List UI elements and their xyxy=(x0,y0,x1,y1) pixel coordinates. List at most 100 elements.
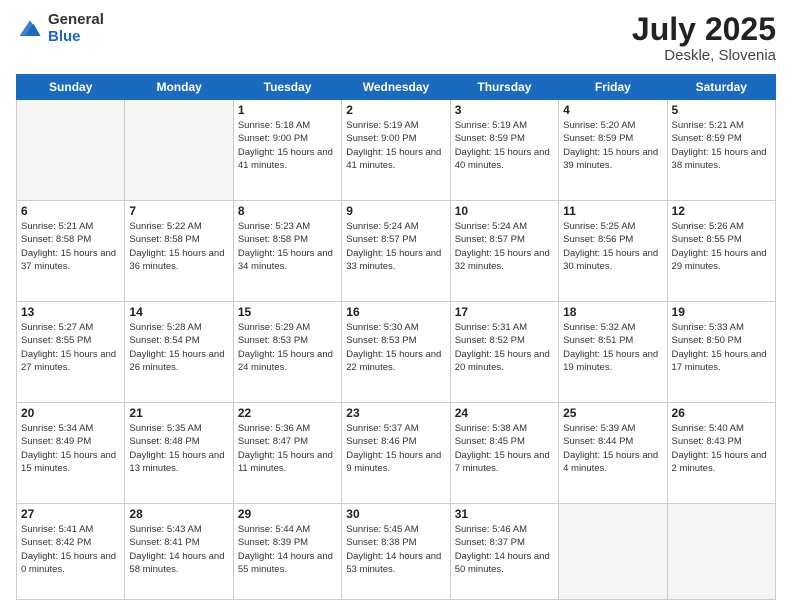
logo-text: General Blue xyxy=(48,12,104,45)
day-number: 12 xyxy=(672,204,771,218)
day-info: Sunrise: 5:24 AMSunset: 8:57 PMDaylight:… xyxy=(455,220,554,273)
calendar-cell: 20 Sunrise: 5:34 AMSunset: 8:49 PMDayligh… xyxy=(17,403,125,504)
title-location: Deskle, Slovenia xyxy=(632,47,776,64)
day-number: 23 xyxy=(346,406,445,420)
calendar-cell: 27 Sunrise: 5:41 AMSunset: 8:42 PMDayligh… xyxy=(17,503,125,599)
logo-blue: Blue xyxy=(48,29,104,46)
day-info: Sunrise: 5:23 AMSunset: 8:58 PMDaylight:… xyxy=(238,220,337,273)
day-info: Sunrise: 5:22 AMSunset: 8:58 PMDaylight:… xyxy=(129,220,228,273)
calendar-cell: 26 Sunrise: 5:40 AMSunset: 8:43 PMDayligh… xyxy=(667,403,775,504)
day-info: Sunrise: 5:27 AMSunset: 8:55 PMDaylight:… xyxy=(21,321,120,374)
calendar-cell xyxy=(667,503,775,599)
day-number: 30 xyxy=(346,507,445,521)
day-info: Sunrise: 5:34 AMSunset: 8:49 PMDaylight:… xyxy=(21,422,120,475)
day-info: Sunrise: 5:29 AMSunset: 8:53 PMDaylight:… xyxy=(238,321,337,374)
weekday-header: Thursday xyxy=(450,75,558,100)
day-number: 9 xyxy=(346,204,445,218)
calendar-cell: 5Sunrise: 5:21 AMSunset: 8:59 PMDaylight… xyxy=(667,100,775,201)
calendar-cell: 15 Sunrise: 5:29 AMSunset: 8:53 PMDayligh… xyxy=(233,302,341,403)
calendar-cell xyxy=(17,100,125,201)
calendar-week-row: 27 Sunrise: 5:41 AMSunset: 8:42 PMDayligh… xyxy=(17,503,776,599)
day-info: Sunrise: 5:21 AMSunset: 8:58 PMDaylight:… xyxy=(21,220,120,273)
day-number: 26 xyxy=(672,406,771,420)
calendar-cell: 19 Sunrise: 5:33 AMSunset: 8:50 PMDayligh… xyxy=(667,302,775,403)
calendar-cell: 21 Sunrise: 5:35 AMSunset: 8:48 PMDayligh… xyxy=(125,403,233,504)
calendar-cell: 10 Sunrise: 5:24 AMSunset: 8:57 PMDayligh… xyxy=(450,201,558,302)
title-month: July 2025 xyxy=(632,12,776,47)
day-info: Sunrise: 5:28 AMSunset: 8:54 PMDaylight:… xyxy=(129,321,228,374)
day-number: 27 xyxy=(21,507,120,521)
day-number: 24 xyxy=(455,406,554,420)
day-info: Sunrise: 5:36 AMSunset: 8:47 PMDaylight:… xyxy=(238,422,337,475)
calendar-cell: 30 Sunrise: 5:45 AMSunset: 8:38 PMDayligh… xyxy=(342,503,450,599)
logo: General Blue xyxy=(16,12,104,45)
calendar-cell: 29Sunrise: 5:44 AMSunset: 8:39 PMDayligh… xyxy=(233,503,341,599)
calendar-cell: 22 Sunrise: 5:36 AMSunset: 8:47 PMDayligh… xyxy=(233,403,341,504)
page: General Blue July 2025 Deskle, Slovenia … xyxy=(0,0,792,612)
calendar-header-row: SundayMondayTuesdayWednesdayThursdayFrid… xyxy=(17,75,776,100)
day-info: Sunrise: 5:26 AMSunset: 8:55 PMDaylight:… xyxy=(672,220,771,273)
calendar-cell: 1 Sunrise: 5:18 AMSunset: 9:00 PMDaylight… xyxy=(233,100,341,201)
weekday-header: Friday xyxy=(559,75,667,100)
day-info: Sunrise: 5:33 AMSunset: 8:50 PMDaylight:… xyxy=(672,321,771,374)
day-info: Sunrise: 5:46 AMSunset: 8:37 PMDaylight:… xyxy=(455,523,554,576)
day-number: 22 xyxy=(238,406,337,420)
calendar-cell xyxy=(559,503,667,599)
calendar-table: SundayMondayTuesdayWednesdayThursdayFrid… xyxy=(16,74,776,600)
day-number: 7 xyxy=(129,204,228,218)
weekday-header: Sunday xyxy=(17,75,125,100)
day-number: 16 xyxy=(346,305,445,319)
day-number: 1 xyxy=(238,103,337,117)
logo-general: General xyxy=(48,12,104,29)
day-info: Sunrise: 5:44 AMSunset: 8:39 PMDaylight:… xyxy=(238,523,337,576)
calendar-cell: 31 Sunrise: 5:46 AMSunset: 8:37 PMDayligh… xyxy=(450,503,558,599)
day-info: Sunrise: 5:41 AMSunset: 8:42 PMDaylight:… xyxy=(21,523,120,576)
day-number: 17 xyxy=(455,305,554,319)
weekday-header: Monday xyxy=(125,75,233,100)
day-number: 13 xyxy=(21,305,120,319)
calendar-cell: 25Sunrise: 5:39 AMSunset: 8:44 PMDayligh… xyxy=(559,403,667,504)
day-number: 10 xyxy=(455,204,554,218)
calendar-cell: 18Sunrise: 5:32 AMSunset: 8:51 PMDayligh… xyxy=(559,302,667,403)
calendar-cell: 16Sunrise: 5:30 AMSunset: 8:53 PMDayligh… xyxy=(342,302,450,403)
day-info: Sunrise: 5:35 AMSunset: 8:48 PMDaylight:… xyxy=(129,422,228,475)
day-number: 31 xyxy=(455,507,554,521)
day-info: Sunrise: 5:21 AMSunset: 8:59 PMDaylight:… xyxy=(672,119,771,172)
day-info: Sunrise: 5:24 AMSunset: 8:57 PMDaylight:… xyxy=(346,220,445,273)
day-info: Sunrise: 5:45 AMSunset: 8:38 PMDaylight:… xyxy=(346,523,445,576)
header: General Blue July 2025 Deskle, Slovenia xyxy=(16,12,776,64)
day-info: Sunrise: 5:43 AMSunset: 8:41 PMDaylight:… xyxy=(129,523,228,576)
day-info: Sunrise: 5:39 AMSunset: 8:44 PMDaylight:… xyxy=(563,422,662,475)
weekday-header: Wednesday xyxy=(342,75,450,100)
day-info: Sunrise: 5:37 AMSunset: 8:46 PMDaylight:… xyxy=(346,422,445,475)
day-info: Sunrise: 5:18 AMSunset: 9:00 PMDaylight:… xyxy=(238,119,337,172)
day-number: 20 xyxy=(21,406,120,420)
calendar-cell: 23 Sunrise: 5:37 AMSunset: 8:46 PMDayligh… xyxy=(342,403,450,504)
calendar-week-row: 1 Sunrise: 5:18 AMSunset: 9:00 PMDaylight… xyxy=(17,100,776,201)
day-number: 15 xyxy=(238,305,337,319)
calendar-cell: 17Sunrise: 5:31 AMSunset: 8:52 PMDayligh… xyxy=(450,302,558,403)
day-number: 6 xyxy=(21,204,120,218)
calendar-cell: 4Sunrise: 5:20 AMSunset: 8:59 PMDaylight… xyxy=(559,100,667,201)
day-info: Sunrise: 5:40 AMSunset: 8:43 PMDaylight:… xyxy=(672,422,771,475)
day-info: Sunrise: 5:38 AMSunset: 8:45 PMDaylight:… xyxy=(455,422,554,475)
day-number: 19 xyxy=(672,305,771,319)
calendar-week-row: 13 Sunrise: 5:27 AMSunset: 8:55 PMDayligh… xyxy=(17,302,776,403)
day-number: 21 xyxy=(129,406,228,420)
logo-icon xyxy=(16,15,44,43)
day-number: 28 xyxy=(129,507,228,521)
calendar-cell: 3Sunrise: 5:19 AMSunset: 8:59 PMDaylight… xyxy=(450,100,558,201)
day-info: Sunrise: 5:32 AMSunset: 8:51 PMDaylight:… xyxy=(563,321,662,374)
calendar-cell xyxy=(125,100,233,201)
calendar-cell: 6 Sunrise: 5:21 AMSunset: 8:58 PMDaylight… xyxy=(17,201,125,302)
calendar-cell: 8 Sunrise: 5:23 AMSunset: 8:58 PMDaylight… xyxy=(233,201,341,302)
day-number: 8 xyxy=(238,204,337,218)
calendar-cell: 2Sunrise: 5:19 AMSunset: 9:00 PMDaylight… xyxy=(342,100,450,201)
calendar-cell: 11Sunrise: 5:25 AMSunset: 8:56 PMDayligh… xyxy=(559,201,667,302)
day-number: 4 xyxy=(563,103,662,117)
title-block: July 2025 Deskle, Slovenia xyxy=(632,12,776,64)
weekday-header: Tuesday xyxy=(233,75,341,100)
day-number: 14 xyxy=(129,305,228,319)
day-number: 2 xyxy=(346,103,445,117)
day-info: Sunrise: 5:25 AMSunset: 8:56 PMDaylight:… xyxy=(563,220,662,273)
